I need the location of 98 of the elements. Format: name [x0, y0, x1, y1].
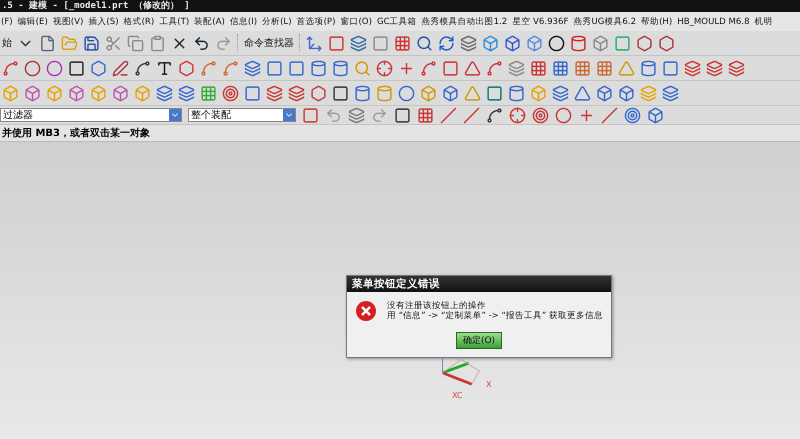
circle-icon[interactable] [548, 34, 565, 52]
curve-icon[interactable] [486, 106, 503, 124]
status-message: 并使用 MB3，或者双击某一对象 [0, 125, 800, 142]
scope-dropdown[interactable]: 整个装配 [188, 108, 296, 122]
menu-item[interactable]: 首选项(P) [296, 16, 336, 28]
triangle-icon[interactable] [574, 84, 591, 102]
caret-icon[interactable] [283, 109, 295, 121]
menu-item[interactable]: 工具(T) [159, 16, 190, 28]
arrow-icon[interactable] [325, 106, 342, 124]
cube-icon[interactable] [112, 84, 129, 102]
command-finder-button[interactable]: 命令查找器 [244, 36, 294, 50]
triangle-icon[interactable] [464, 60, 481, 76]
menu-item[interactable]: 分析(L) [262, 16, 292, 28]
cube-icon[interactable] [442, 84, 459, 102]
cylinder-icon[interactable] [640, 60, 657, 76]
menu-item[interactable]: 格式(R) [124, 16, 154, 28]
cylinder-icon[interactable] [508, 84, 525, 102]
square-icon[interactable] [486, 84, 503, 102]
menu-item[interactable]: 帮助(H) [641, 16, 672, 28]
menu-item[interactable]: HB_MOULD M6.8 [677, 16, 750, 26]
undo-icon[interactable] [193, 34, 210, 52]
layers-icon[interactable] [350, 34, 367, 52]
menu-item[interactable]: 编辑(E) [18, 16, 48, 28]
clipboard-icon[interactable] [149, 34, 166, 52]
cube-icon[interactable] [24, 84, 41, 102]
cube-icon[interactable] [596, 84, 613, 102]
layers-icon[interactable] [552, 84, 569, 102]
cube-icon[interactable] [68, 84, 85, 102]
menu-item[interactable]: 星空 V6.936F [512, 16, 568, 28]
line-icon[interactable] [440, 106, 457, 124]
ok-button[interactable]: 确定(O) [456, 332, 502, 349]
layers-icon[interactable] [348, 106, 365, 124]
cylinder-icon[interactable] [332, 60, 349, 76]
scissors-icon[interactable] [105, 34, 122, 52]
layers-icon[interactable] [508, 60, 525, 76]
dialog-title: 菜单按钮定义错误 [347, 276, 611, 292]
line-icon[interactable] [463, 106, 480, 124]
axes-icon[interactable] [306, 34, 323, 52]
line-icon[interactable] [601, 106, 618, 124]
grid-icon[interactable] [552, 60, 569, 76]
menu-item[interactable]: 燕秀UG模具6.2 [573, 16, 636, 28]
target-icon[interactable] [624, 106, 641, 124]
arrow-icon[interactable] [371, 106, 388, 124]
shape-icon[interactable] [178, 60, 195, 76]
window-title: .5 - 建模 - [_model1.prt （修改的） ] [2, 1, 190, 11]
menu-item[interactable]: 装配(A) [194, 16, 225, 28]
redo-icon[interactable] [215, 34, 232, 52]
dialog-message: 没有注册该按钮上的操作 [387, 301, 487, 311]
menu-item[interactable]: (F) [1, 16, 13, 26]
square-icon[interactable] [288, 60, 305, 76]
cube-icon[interactable] [592, 34, 609, 52]
menu-item[interactable]: 机明 [754, 16, 773, 28]
grid-icon[interactable] [394, 34, 411, 52]
crosshair-icon[interactable] [509, 106, 526, 124]
grid-icon[interactable] [596, 60, 613, 76]
grid-icon[interactable] [574, 60, 591, 76]
layers-icon[interactable] [460, 34, 477, 52]
square-icon[interactable] [244, 84, 261, 102]
zoom-icon[interactable] [416, 34, 433, 52]
line-icon[interactable] [112, 60, 129, 76]
copy-icon[interactable] [127, 34, 144, 52]
cube-icon[interactable] [647, 106, 664, 124]
file-icon[interactable] [39, 34, 56, 52]
shape-icon[interactable] [90, 60, 107, 76]
cube-icon[interactable] [618, 84, 635, 102]
menu-item[interactable]: 窗口(O) [340, 16, 372, 28]
axis-label: X [486, 380, 492, 389]
square-icon[interactable] [662, 60, 679, 76]
crosshair-icon[interactable] [376, 60, 393, 76]
cube-icon[interactable] [482, 34, 499, 52]
error-icon [355, 300, 377, 322]
menu-item[interactable]: 视图(V) [52, 16, 84, 28]
rotate-icon[interactable] [438, 34, 455, 52]
grid-icon[interactable] [530, 60, 547, 76]
start-menu[interactable]: 始 [2, 36, 12, 50]
type-filter-dropdown[interactable]: 过滤器 [0, 108, 182, 122]
rectangle-icon[interactable] [68, 60, 85, 76]
curve-icon[interactable] [134, 60, 151, 76]
wireframe-cube-icon[interactable] [504, 34, 521, 52]
save-icon[interactable] [83, 34, 100, 52]
target-icon[interactable] [222, 84, 239, 102]
cylinder-icon[interactable] [310, 60, 327, 76]
menu-item[interactable]: 插入(S) [88, 16, 119, 28]
square-icon[interactable] [332, 84, 349, 102]
text-icon[interactable] [156, 60, 173, 76]
menu-item[interactable]: GC工具箱 [376, 16, 417, 28]
shape-icon[interactable] [310, 84, 327, 102]
square-icon[interactable] [266, 60, 283, 76]
menu-item[interactable]: 燕秀模具自动出图1.2 [422, 16, 508, 28]
cylinder-icon[interactable] [570, 34, 587, 52]
menu-item[interactable]: 信息(I) [230, 16, 258, 28]
dialog-message: 用 “信息” -> “定制菜单” -> “报告工具” 获取更多信息 [387, 311, 603, 321]
cube-icon[interactable] [526, 34, 543, 52]
target-icon[interactable] [532, 106, 549, 124]
caret-icon[interactable] [169, 109, 181, 121]
cylinder-icon[interactable] [354, 84, 371, 102]
axis-label: XC [452, 391, 462, 400]
grid-icon[interactable] [200, 84, 217, 102]
